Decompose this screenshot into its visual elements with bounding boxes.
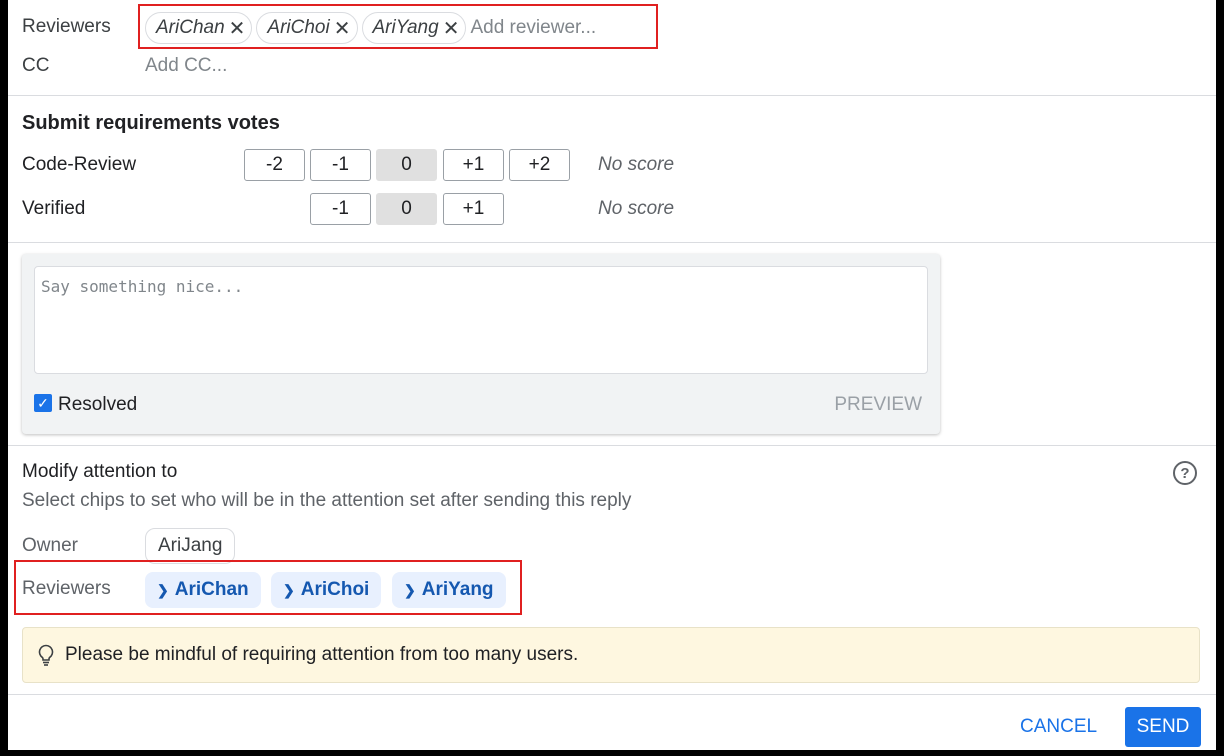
reply-dialog: Reviewers AriChan ✕ AriChoi ✕ AriYang ✕ … — [8, 0, 1216, 750]
votes-title: Submit requirements votes — [22, 112, 280, 134]
vote-button-selected[interactable]: 0 — [376, 149, 437, 181]
vote-button[interactable]: -1 — [310, 149, 371, 181]
divider — [8, 445, 1216, 446]
comment-card: Say something nice... ✓ Resolved PREVIEW — [22, 254, 940, 434]
verified-label: Verified — [22, 198, 86, 219]
vote-button[interactable]: +2 — [509, 149, 570, 181]
attention-subtitle: Select chips to set who will be in the a… — [22, 490, 632, 511]
cc-label: CC — [22, 55, 50, 76]
help-icon[interactable]: ? — [1173, 461, 1197, 485]
divider — [8, 242, 1216, 243]
comment-textarea[interactable]: Say something nice... — [34, 266, 928, 374]
owner-chip[interactable]: AriJang — [145, 528, 236, 564]
vote-button[interactable]: -2 — [244, 149, 305, 181]
notice-text: Please be mindful of requiring attention… — [65, 644, 579, 665]
vote-button-selected[interactable]: 0 — [376, 193, 437, 225]
verified-status: No score — [598, 198, 675, 219]
divider — [8, 95, 1216, 96]
resolved-label: Resolved — [58, 394, 138, 415]
vote-button[interactable]: -1 — [310, 193, 371, 225]
attention-notice: Please be mindful of requiring attention… — [22, 627, 1200, 683]
reviewers-label: Reviewers — [22, 16, 111, 37]
owner-label: Owner — [22, 535, 78, 556]
preview-button[interactable]: PREVIEW — [834, 394, 922, 416]
send-button[interactable]: SEND — [1125, 707, 1201, 747]
code-review-status: No score — [598, 154, 675, 175]
vote-button[interactable]: +1 — [443, 149, 504, 181]
lightbulb-icon — [38, 644, 54, 666]
resolved-checkbox[interactable]: ✓ — [34, 394, 52, 412]
cc-input[interactable]: Add CC... — [145, 55, 227, 77]
code-review-label: Code-Review — [22, 154, 137, 175]
vote-button[interactable]: +1 — [443, 193, 504, 225]
divider — [8, 694, 1216, 695]
cancel-button[interactable]: CANCEL — [1020, 716, 1097, 738]
highlight-box — [14, 560, 522, 615]
attention-title: Modify attention to — [22, 461, 178, 482]
highlight-box — [138, 4, 658, 49]
